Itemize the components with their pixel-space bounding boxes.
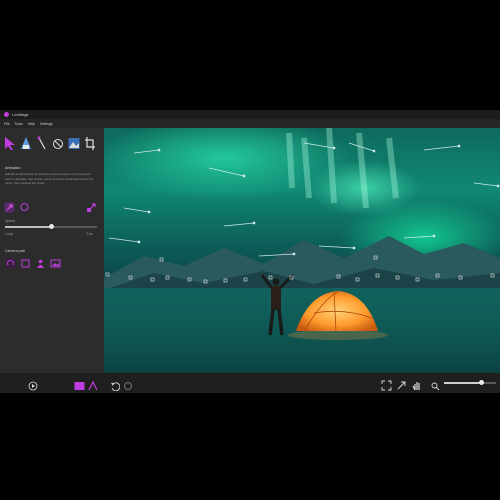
undo-icon[interactable]: [110, 378, 121, 396]
app-logo-icon: [4, 112, 9, 117]
person-icon[interactable]: [35, 256, 46, 268]
zoom-slider-fill: [444, 382, 482, 384]
before-after-icon[interactable]: [74, 378, 85, 396]
sky-tool-icon[interactable]: [68, 136, 80, 151]
fullscreen-icon[interactable]: [396, 378, 407, 396]
app-title: LumiMage: [12, 112, 29, 117]
loop-slider-label: Loop: [5, 232, 13, 236]
camera-path-icons: [5, 256, 61, 269]
zoom-slider-knob[interactable]: [478, 380, 484, 385]
eraser-tool-icon[interactable]: [52, 136, 64, 151]
frame-icon[interactable]: [20, 256, 31, 268]
photo-scene: [104, 128, 500, 373]
menu-item-file[interactable]: File: [4, 122, 10, 126]
title-bar: LumiMage: [0, 110, 500, 119]
section-title: Camera path: [5, 249, 26, 253]
tool-row: [4, 136, 96, 151]
rotate-icon[interactable]: [5, 256, 16, 269]
loop-slider-value: 2.5s: [86, 232, 93, 236]
clear-paths-icon[interactable]: [86, 200, 97, 212]
playback-icon[interactable]: [28, 378, 38, 396]
redo-icon[interactable]: [123, 378, 133, 396]
lasso-icon[interactable]: [19, 200, 30, 211]
hand-pan-icon[interactable]: [412, 378, 422, 396]
menu-item-tools[interactable]: Tools: [15, 122, 23, 126]
motion-arrow-tool-icon[interactable]: [4, 136, 16, 151]
menu-item-help[interactable]: Help: [28, 122, 35, 126]
crop-tool-icon[interactable]: [84, 136, 96, 151]
menu-item-settings[interactable]: Settings: [40, 122, 53, 126]
speed-slider-label: Speed: [5, 219, 16, 223]
fit-screen-icon[interactable]: [381, 378, 392, 396]
zoom-slider[interactable]: [444, 380, 496, 385]
speed-slider[interactable]: [5, 224, 97, 229]
status-bar: [0, 373, 500, 393]
selection-tool-icon[interactable]: [36, 136, 48, 151]
panel-title: Animation: [5, 166, 21, 170]
app-window: LumiMage File Tools Help Settings Animat…: [0, 110, 500, 393]
tool-panel: Animation Add life to still photos by dr…: [0, 128, 104, 373]
speed-slider-knob[interactable]: [48, 224, 54, 229]
menu-bar: File Tools Help Settings: [0, 119, 105, 128]
panel-description: Add life to still photos by drawing moti…: [5, 172, 94, 185]
speed-slider-fill: [5, 226, 51, 228]
photo-canvas[interactable]: [104, 128, 500, 373]
draw-motion-icon[interactable]: [4, 200, 15, 213]
anchor-tool-icon[interactable]: [20, 136, 32, 151]
split-view-icon[interactable]: [88, 378, 99, 396]
image-icon[interactable]: [50, 256, 61, 268]
zoom-icon: [431, 378, 440, 396]
option-row: [4, 200, 98, 214]
